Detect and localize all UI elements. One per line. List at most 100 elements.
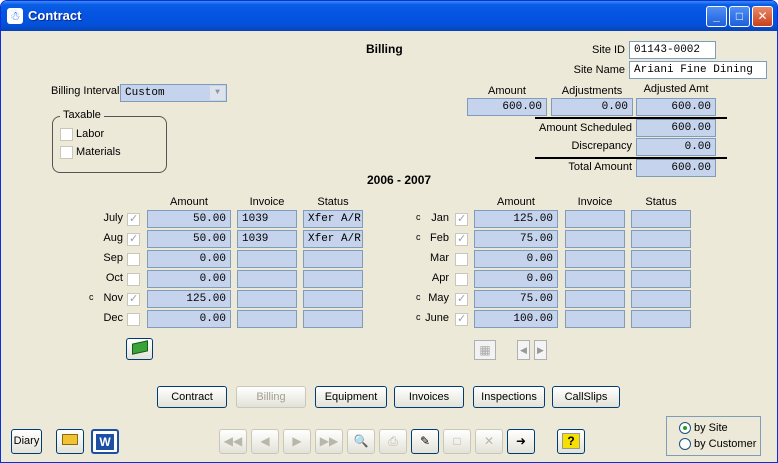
delete-icon[interactable]: ✕ [475, 429, 503, 454]
month-status-field[interactable] [303, 270, 363, 288]
month-invoice-field[interactable] [565, 310, 625, 328]
month-checkbox[interactable] [455, 292, 468, 306]
diary-button[interactable]: Diary [11, 429, 42, 454]
adjustments-field[interactable]: 0.00 [551, 98, 633, 116]
billing-interval-select[interactable]: Custom ▼ [120, 84, 227, 102]
right-status-header: Status [645, 196, 677, 208]
month-invoice-field[interactable] [565, 290, 625, 308]
maximize-button[interactable]: □ [729, 6, 750, 27]
month-status-field[interactable] [631, 290, 691, 308]
amount-header: Amount [488, 85, 526, 97]
last-record-icon[interactable]: ▶▶ [315, 429, 343, 454]
prev-record-icon[interactable]: ◀ [251, 429, 279, 454]
month-invoice-field[interactable] [237, 290, 297, 308]
month-status-field[interactable] [303, 310, 363, 328]
month-checkbox[interactable] [127, 212, 140, 226]
month-invoice-field[interactable]: 1039 [237, 210, 297, 228]
exit-icon[interactable]: ➜ [507, 429, 535, 454]
month-invoice-field[interactable] [565, 230, 625, 248]
by-customer-radio[interactable] [679, 438, 691, 450]
billing-interval-label: Billing Interval [51, 85, 120, 97]
tab-equipment[interactable]: Equipment [315, 386, 387, 408]
month-amount-field[interactable]: 0.00 [474, 270, 558, 288]
month-checkbox[interactable] [455, 253, 468, 266]
month-status-field[interactable]: Xfer A/R [303, 230, 363, 248]
materials-label: Materials [76, 146, 121, 158]
month-amount-field[interactable]: 100.00 [474, 310, 558, 328]
month-checkbox[interactable] [455, 273, 468, 286]
next-record-icon[interactable]: ▶ [283, 429, 311, 454]
first-record-icon[interactable]: ◀◀ [219, 429, 247, 454]
tab-contract[interactable]: Contract [157, 386, 227, 408]
month-invoice-field[interactable] [565, 270, 625, 288]
tab-invoices[interactable]: Invoices [394, 386, 464, 408]
contract-window: ☃ Contract _ □ ✕ Billing Site ID 01143-0… [0, 0, 778, 463]
left-status-header: Status [317, 196, 349, 208]
month-checkbox[interactable] [127, 292, 140, 306]
tab-callslips[interactable]: CallSlips [552, 386, 620, 408]
month-amount-field[interactable]: 50.00 [147, 210, 231, 228]
month-status-field[interactable] [303, 290, 363, 308]
month-amount-field[interactable]: 0.00 [147, 250, 231, 268]
window-title: Contract [28, 8, 82, 23]
month-amount-field[interactable]: 0.00 [147, 270, 231, 288]
month-amount-field[interactable]: 75.00 [474, 290, 558, 308]
month-amount-field[interactable]: 125.00 [474, 210, 558, 228]
month-checkbox[interactable] [455, 232, 468, 246]
site-name-field[interactable]: Ariani Fine Dining [629, 61, 767, 79]
month-invoice-field[interactable] [565, 250, 625, 268]
month-amount-field[interactable]: 0.00 [474, 250, 558, 268]
labor-label: Labor [76, 128, 105, 140]
money-icon[interactable] [126, 338, 153, 360]
search-icon[interactable]: 🔍 [347, 429, 375, 454]
month-checkbox[interactable] [127, 313, 140, 326]
site-id-field[interactable]: 01143-0002 [629, 41, 716, 59]
month-invoice-field[interactable] [237, 270, 297, 288]
month-status-field[interactable] [631, 250, 691, 268]
prev-year-button[interactable]: ◀ [517, 340, 530, 360]
folder-icon[interactable] [56, 429, 84, 454]
new-record-icon[interactable]: □ [443, 429, 471, 454]
month-invoice-field[interactable] [237, 310, 297, 328]
month-checkbox[interactable] [127, 232, 140, 246]
edit-icon[interactable]: ✎ [411, 429, 439, 454]
adjusted-amt-header: Adjusted Amt [643, 83, 709, 95]
total-amount-label: Total Amount [568, 161, 632, 173]
next-year-button[interactable]: ▶ [534, 340, 547, 360]
close-button[interactable]: ✕ [752, 6, 773, 27]
month-amount-field[interactable]: 125.00 [147, 290, 231, 308]
month-invoice-field[interactable] [565, 210, 625, 228]
month-checkbox[interactable] [127, 273, 140, 286]
month-invoice-field[interactable] [237, 250, 297, 268]
month-status-field[interactable] [631, 310, 691, 328]
month-checkbox[interactable] [455, 312, 468, 326]
print-icon[interactable]: ⎙ [379, 429, 407, 454]
month-status-field[interactable] [631, 230, 691, 248]
amount-field[interactable]: 600.00 [467, 98, 547, 116]
month-amount-field[interactable]: 0.00 [147, 310, 231, 328]
tab-billing[interactable]: Billing [236, 386, 306, 408]
month-amount-field[interactable]: 75.00 [474, 230, 558, 248]
by-site-radio[interactable] [679, 422, 691, 434]
chevron-down-icon[interactable]: ▼ [210, 86, 225, 100]
month-checkbox[interactable] [455, 212, 468, 226]
discrepancy-field: 0.00 [636, 138, 716, 156]
title-bar[interactable]: ☃ Contract _ □ ✕ [1, 1, 777, 31]
help-icon[interactable]: ? [557, 429, 585, 454]
calendar-icon[interactable]: ▦ [474, 340, 496, 360]
labor-checkbox[interactable] [60, 128, 73, 141]
month-checkbox[interactable] [127, 253, 140, 266]
month-status-field[interactable] [631, 210, 691, 228]
minimize-button[interactable]: _ [706, 6, 727, 27]
by-customer-label: by Customer [694, 438, 757, 450]
tab-inspections[interactable]: Inspections [473, 386, 545, 408]
word-icon[interactable]: W [91, 429, 119, 454]
month-status-field[interactable] [303, 250, 363, 268]
materials-checkbox[interactable] [60, 146, 73, 159]
month-status-field[interactable] [631, 270, 691, 288]
month-invoice-field[interactable]: 1039 [237, 230, 297, 248]
site-id-label: Site ID [591, 44, 625, 56]
by-site-label: by Site [694, 422, 728, 434]
month-status-field[interactable]: Xfer A/R [303, 210, 363, 228]
month-amount-field[interactable]: 50.00 [147, 230, 231, 248]
